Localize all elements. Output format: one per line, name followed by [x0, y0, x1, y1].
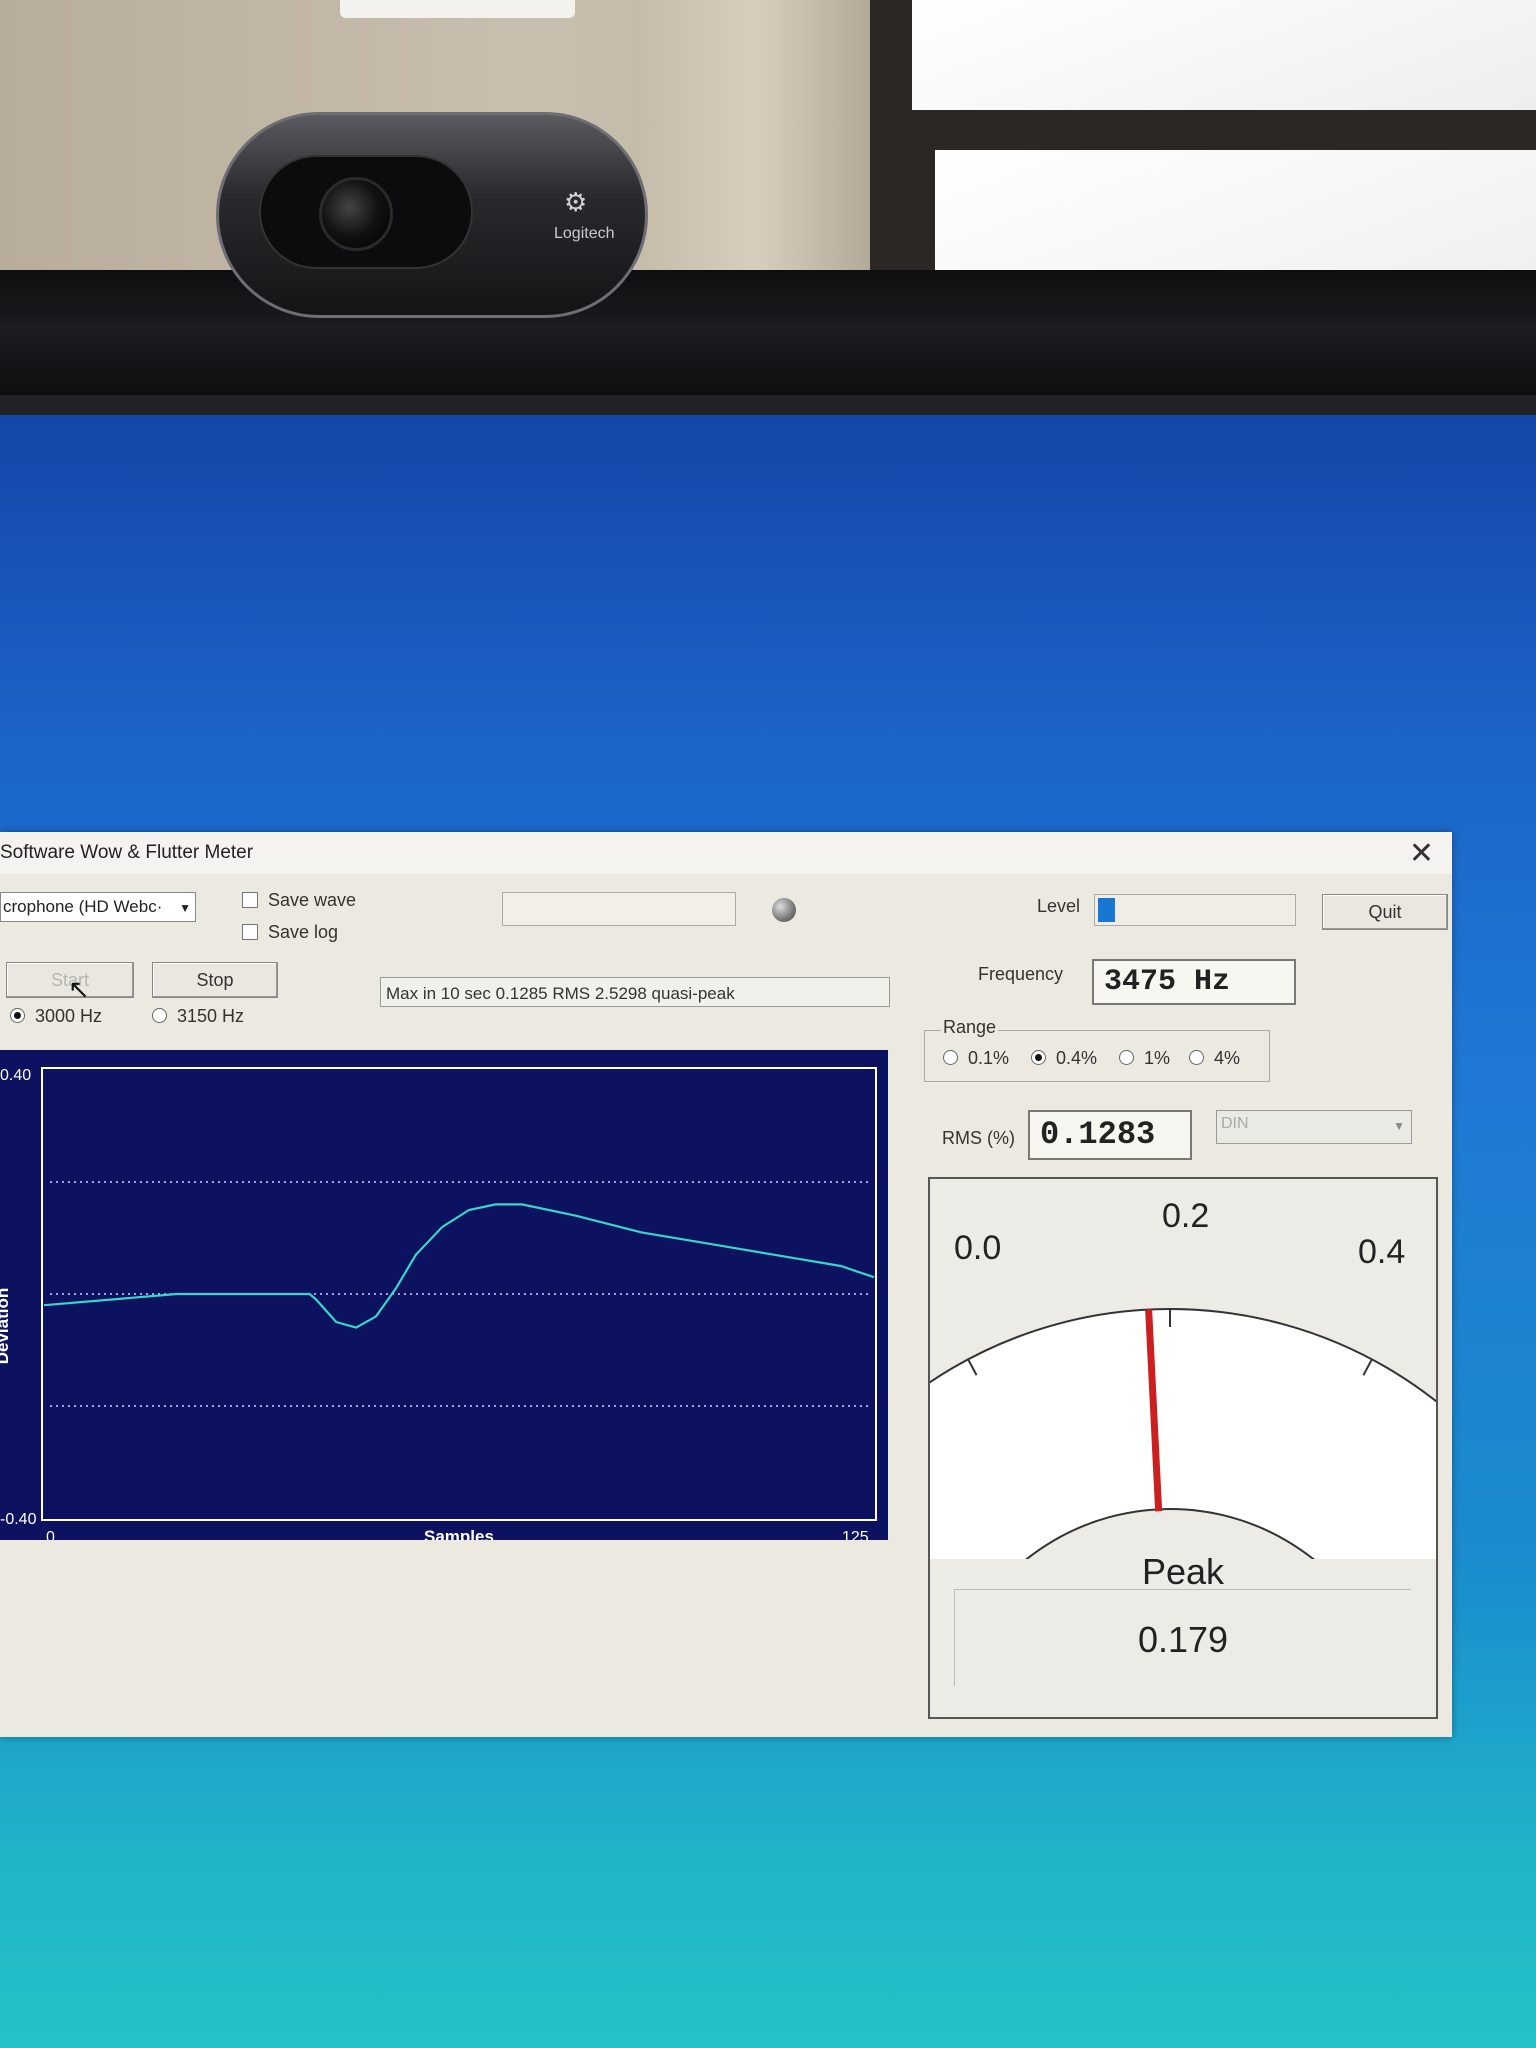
- stop-button[interactable]: Stop: [152, 962, 278, 998]
- save-wave-checkbox[interactable]: Save wave: [242, 890, 356, 911]
- rms-label: RMS (%): [942, 1128, 1015, 1148]
- window-glass: [912, 0, 1536, 110]
- frequency-readout: 3475 Hz: [1092, 959, 1296, 1005]
- status-led-icon: [772, 898, 796, 922]
- status-text: Max in 10 sec 0.1285 RMS 2.5298 quasi-pe…: [380, 977, 890, 1007]
- analog-meter: 0.0 0.2 0.4 Peak 0.179: [928, 1177, 1438, 1719]
- range-option-3[interactable]: 4%: [1189, 1048, 1240, 1069]
- range-label: Range: [941, 1017, 999, 1038]
- radio-dot: [152, 1008, 167, 1023]
- range-option-0[interactable]: 0.1%: [943, 1048, 1009, 1069]
- weighting-select[interactable]: DIN ▼: [1216, 1110, 1412, 1144]
- range-option-1[interactable]: 0.4%: [1031, 1048, 1097, 1069]
- radio-dot: [943, 1050, 958, 1065]
- radio-3150hz[interactable]: 3150 Hz: [152, 1006, 244, 1027]
- x-tick-min: 0: [46, 1529, 55, 1540]
- close-icon[interactable]: ✕: [1409, 836, 1434, 871]
- webcam-face: [259, 155, 473, 269]
- save-wave-label: Save wave: [268, 890, 357, 910]
- checkbox-box: [242, 924, 258, 940]
- app-window: Software Wow & Flutter Meter ✕ crophone …: [0, 832, 1452, 1737]
- radio-dot: [1189, 1050, 1204, 1065]
- radio-dot: [1031, 1050, 1046, 1065]
- progress-bar: [502, 892, 736, 926]
- range-option-2[interactable]: 1%: [1119, 1048, 1170, 1069]
- webcam: ⚙ Logitech: [216, 112, 648, 318]
- radio-3150hz-label: 3150 Hz: [177, 1006, 245, 1026]
- radio-3000hz[interactable]: 3000 Hz: [10, 1006, 102, 1027]
- deviation-chart-svg: 0.40 -0.40 0 125 Samples Deviation: [0, 1067, 877, 1540]
- window-title: Software Wow & Flutter Meter: [0, 842, 254, 863]
- meter-scale-max: 0.4: [1358, 1233, 1406, 1271]
- radio-3000hz-label: 3000 Hz: [35, 1006, 103, 1026]
- save-log-checkbox[interactable]: Save log: [242, 922, 338, 943]
- chevron-down-icon: ▼: [179, 901, 191, 915]
- level-meter: [1094, 894, 1296, 926]
- webcam-brand: Logitech: [554, 225, 615, 242]
- y-tick-min: -0.40: [0, 1511, 37, 1528]
- rms-readout: 0.1283: [1028, 1110, 1192, 1160]
- title-bar[interactable]: Software Wow & Flutter Meter ✕: [0, 832, 1452, 874]
- monitor-bezel-edge: [0, 395, 1536, 415]
- device-select[interactable]: crophone (HD Webc· ▼: [0, 892, 196, 922]
- window-glass-lower: [935, 150, 1536, 275]
- peak-label: Peak: [1141, 1551, 1225, 1592]
- mouse-cursor-icon: ↖: [68, 974, 90, 1004]
- meter-dial-face: [930, 1308, 1436, 1559]
- device-select-value: crophone (HD Webc·: [3, 897, 163, 916]
- radio-dot: [1119, 1050, 1134, 1065]
- weighting-select-value: DIN: [1221, 1115, 1249, 1132]
- peak-value: 0.179: [1137, 1619, 1229, 1660]
- meter-scale-mid: 0.2: [1162, 1197, 1210, 1235]
- range-option-label: 1%: [1144, 1048, 1171, 1068]
- meter-scale-min: 0.0: [954, 1229, 1002, 1267]
- level-meter-fill: [1098, 898, 1116, 922]
- range-option-label: 4%: [1214, 1048, 1241, 1068]
- y-tick-max: 0.40: [0, 1067, 31, 1084]
- paper-note: [340, 0, 575, 18]
- monitor-bezel: [0, 270, 1536, 415]
- frequency-label: Frequency: [978, 964, 1064, 984]
- radio-dot: [10, 1008, 25, 1023]
- logitech-logo-icon: ⚙: [564, 187, 588, 217]
- webcam-lens-icon: [319, 177, 393, 251]
- x-axis-label: Samples: [424, 1527, 494, 1540]
- checkbox-box: [242, 892, 258, 908]
- range-group: Range 0.1% 0.4% 1% 4%: [924, 1017, 1270, 1082]
- range-option-label: 0.4%: [1056, 1048, 1098, 1068]
- chevron-down-icon: ▼: [1393, 1119, 1405, 1133]
- wall-post: [640, 0, 875, 290]
- deviation-chart: 0.40 -0.40 0 125 Samples Deviation: [0, 1050, 888, 1540]
- level-label: Level: [1037, 896, 1081, 916]
- y-axis-label: Deviation: [0, 1288, 12, 1365]
- save-log-label: Save log: [268, 922, 339, 942]
- x-tick-max: 125: [842, 1529, 869, 1540]
- quit-button[interactable]: Quit: [1322, 894, 1448, 930]
- range-option-label: 0.1%: [968, 1048, 1010, 1068]
